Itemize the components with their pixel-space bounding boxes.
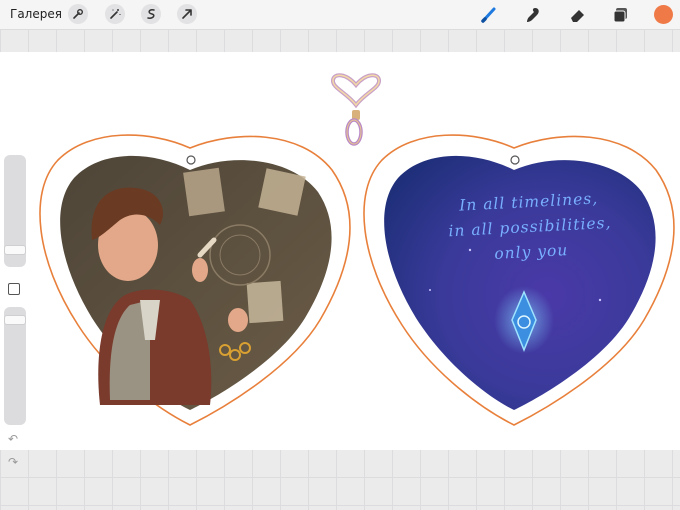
magic-wand-icon[interactable] [105,4,125,24]
drawing-canvas[interactable]: In all timelines, in all possibilities, … [0,52,680,450]
redo-icon[interactable]: ↷ [8,455,18,469]
layers-icon[interactable] [610,4,632,26]
poem-text: In all timelines, in all possibilities, … [418,184,642,270]
brush-size-handle[interactable] [4,245,26,255]
undo-icon[interactable]: ↶ [8,432,18,446]
selection-icon[interactable] [141,4,161,24]
transform-icon[interactable] [177,4,197,24]
color-picker-swatch[interactable] [654,5,673,24]
gallery-button[interactable]: Галерея [10,7,62,21]
brush-size-slider[interactable] [4,155,26,267]
right-heart-charm [363,134,675,426]
modify-button[interactable] [8,283,20,295]
top-toolbar: Галерея [0,0,680,30]
brush-icon[interactable] [478,4,500,26]
left-heart-charm [39,134,351,426]
left-sidebar: ↶ ↷ [2,155,26,475]
smudge-icon[interactable] [523,4,545,26]
keychain-clasp [331,73,381,146]
wrench-icon[interactable] [68,4,88,24]
opacity-handle[interactable] [4,315,26,325]
opacity-slider[interactable] [4,307,26,425]
eraser-icon[interactable] [567,4,589,26]
